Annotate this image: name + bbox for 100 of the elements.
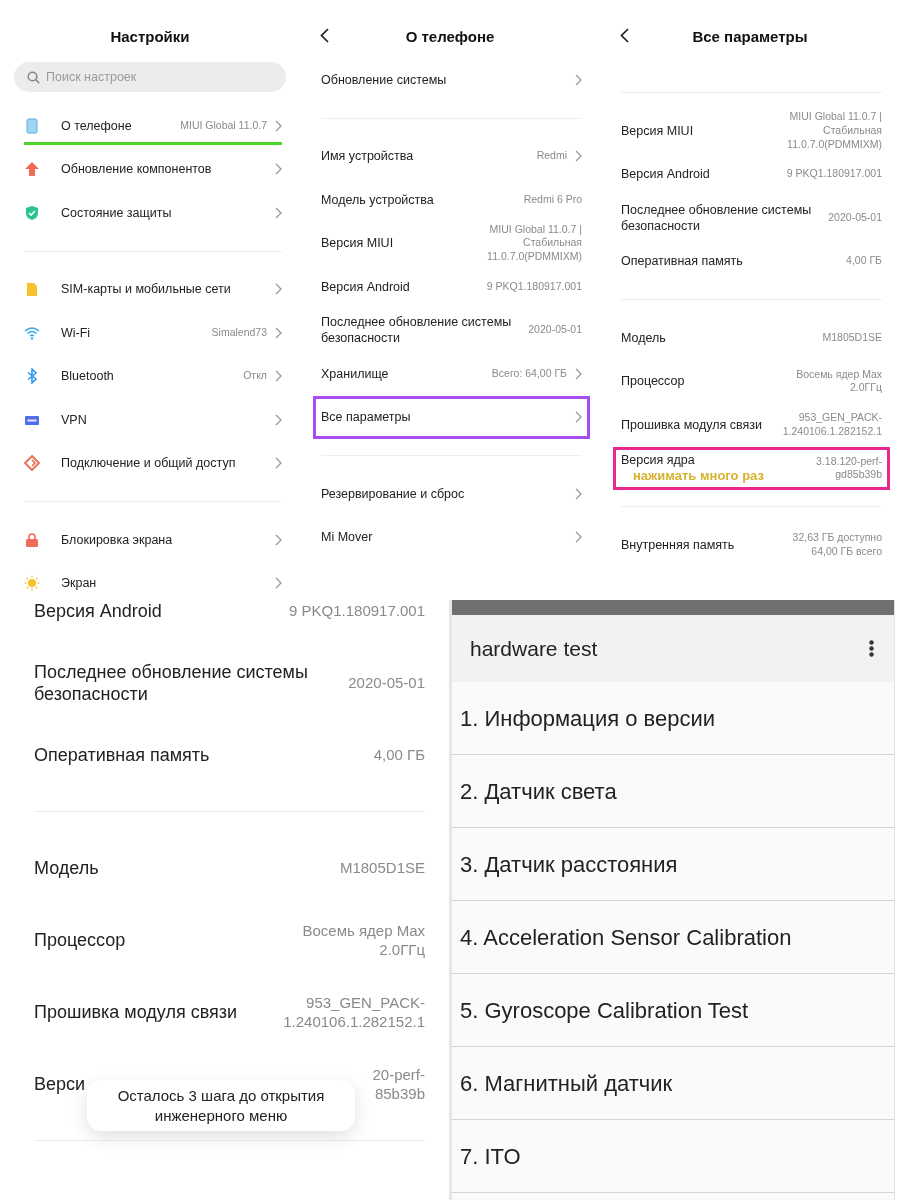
test-menu-item[interactable]: 7. ITO bbox=[452, 1120, 894, 1193]
setting-label[interactable]: Процессор bbox=[621, 373, 685, 390]
setting-value: MIUI Global 11.0.7 | Стабильная 11.0.7.0(PDMMIXM) bbox=[787, 110, 882, 152]
setting-label[interactable]: Последнее обновление системы безопасности bbox=[34, 660, 341, 706]
setting-label[interactable]: Версия MIUI bbox=[321, 235, 394, 252]
up-arrow-icon bbox=[24, 161, 40, 178]
phone-icon bbox=[24, 117, 40, 134]
setting-label[interactable]: Хранилище bbox=[321, 365, 389, 382]
chevron-icon[interactable] bbox=[275, 326, 282, 339]
setting-value: Simalend73 bbox=[211, 325, 267, 340]
setting-label[interactable]: Mi Mover bbox=[321, 529, 373, 546]
setting-label[interactable]: SIM-карты и мобильные сети bbox=[61, 281, 231, 298]
setting-label[interactable]: Резервирование и сброс bbox=[321, 485, 465, 502]
chevron-icon[interactable] bbox=[275, 119, 282, 132]
setting-value: Redmi bbox=[536, 149, 567, 164]
share-icon bbox=[24, 455, 40, 472]
setting-label[interactable]: Оперативная память bbox=[621, 253, 743, 270]
setting-value: M1805D1SE bbox=[822, 330, 882, 345]
setting-value: 2020-05-01 bbox=[348, 673, 425, 693]
setting-value: 3.18.120-perf- gd85b39b bbox=[816, 454, 882, 482]
sim-card-icon bbox=[24, 281, 40, 298]
setting-value: Откл bbox=[243, 369, 267, 384]
setting-label[interactable]: Блокировка экрана bbox=[61, 531, 173, 548]
setting-label[interactable]: Все параметры bbox=[321, 409, 411, 426]
back-button[interactable] bbox=[320, 28, 329, 43]
annotation-note: нажимать много раз bbox=[633, 467, 764, 485]
setting-value: 953_GEN_PACK- 1.240106.1.282152.1 bbox=[782, 411, 882, 439]
setting-label[interactable]: Последнее обновление системы безопасности bbox=[321, 314, 521, 347]
screen-title: О телефоне bbox=[405, 26, 495, 47]
test-menu-item[interactable]: 1. Информация о версии bbox=[452, 682, 894, 755]
setting-label[interactable]: Версия Android bbox=[621, 166, 710, 183]
setting-label[interactable]: Верси bbox=[34, 1072, 86, 1096]
back-icon bbox=[320, 28, 329, 43]
setting-value: MIUI Global 11.0.7 bbox=[180, 118, 267, 133]
chevron-icon[interactable] bbox=[575, 531, 582, 544]
chevron-icon[interactable] bbox=[575, 487, 582, 500]
setting-value: M1805D1SE bbox=[339, 858, 425, 878]
setting-value: 953_GEN_PACK- 1.240106.1.282152.1 bbox=[283, 992, 425, 1032]
chevron-icon[interactable] bbox=[275, 413, 282, 426]
chevron-icon[interactable] bbox=[575, 367, 582, 380]
test-menu-item[interactable]: 4. Acceleration Sensor Calibration bbox=[452, 901, 894, 974]
setting-value: 9 PKQ1.180917.001 bbox=[486, 279, 582, 294]
chevron-icon[interactable] bbox=[275, 163, 282, 176]
back-button[interactable] bbox=[620, 28, 629, 43]
setting-label[interactable]: Версия Android bbox=[34, 600, 162, 623]
test-menu-item[interactable]: 3. Датчик расстояния bbox=[452, 828, 894, 901]
lock-icon bbox=[24, 531, 40, 548]
setting-value: 9 PKQ1.180917.001 bbox=[289, 601, 425, 621]
screen-title: Настройки bbox=[110, 26, 190, 47]
search-field[interactable]: Поиск настроек bbox=[14, 62, 286, 92]
setting-label[interactable]: Wi-Fi bbox=[61, 324, 91, 341]
setting-label[interactable]: Модель bbox=[34, 856, 99, 880]
setting-label[interactable]: VPN bbox=[61, 411, 87, 428]
setting-label[interactable]: Версия Android bbox=[321, 278, 410, 295]
setting-label[interactable]: Состояние защиты bbox=[61, 204, 172, 221]
chevron-icon[interactable] bbox=[275, 283, 282, 296]
app-title: hardware test bbox=[470, 635, 598, 662]
setting-label[interactable]: Обновление компонентов bbox=[61, 161, 212, 178]
test-menu-item[interactable]: 5. Gyroscope Calibration Test bbox=[452, 974, 894, 1047]
setting-value: 32,63 ГБ доступно 64,00 ГБ всего bbox=[792, 531, 882, 559]
screen-title: Все параметры bbox=[692, 26, 808, 47]
setting-label[interactable]: Версия ядра bbox=[621, 451, 695, 468]
menu-button[interactable] bbox=[869, 640, 874, 657]
setting-label[interactable]: Внутренняя память bbox=[621, 536, 735, 553]
wifi-icon bbox=[24, 324, 40, 341]
chevron-icon[interactable] bbox=[275, 577, 282, 590]
setting-label[interactable]: Процессор bbox=[34, 928, 126, 952]
chevron-icon[interactable] bbox=[275, 370, 282, 383]
chevron-icon[interactable] bbox=[575, 73, 582, 86]
info-toast: Осталось 3 шага до открытия инженерного меню bbox=[87, 1080, 355, 1131]
setting-value: MIUI Global 11.0.7 | Стабильная 11.0.7.0(PDMMIXM) bbox=[487, 222, 582, 264]
setting-label[interactable]: Версия MIUI bbox=[621, 122, 694, 139]
sun-icon bbox=[24, 575, 40, 592]
setting-label[interactable]: Прошивка модуля связи bbox=[621, 416, 762, 433]
setting-label[interactable]: Экран bbox=[61, 575, 97, 592]
setting-value: Redmi 6 Pro bbox=[523, 192, 582, 207]
chevron-icon[interactable] bbox=[275, 533, 282, 546]
test-menu-item[interactable]: 2. Датчик света bbox=[452, 755, 894, 828]
setting-value: 2020-05-01 bbox=[528, 323, 582, 338]
chevron-icon[interactable] bbox=[275, 206, 282, 219]
chevron-icon[interactable] bbox=[275, 457, 282, 470]
setting-label[interactable]: Последнее обновление системы безопасности bbox=[621, 201, 821, 234]
setting-value: 20-perf- 85b39b bbox=[372, 1064, 425, 1104]
setting-label[interactable]: О телефоне bbox=[61, 117, 132, 134]
setting-label[interactable]: Подключение и общий доступ bbox=[61, 455, 236, 472]
setting-label[interactable]: Модель устройства bbox=[321, 191, 434, 208]
setting-label[interactable]: Прошивка модуля связи bbox=[34, 1000, 238, 1024]
setting-label[interactable]: Имя устройства bbox=[321, 148, 414, 165]
setting-value: 4,00 ГБ bbox=[846, 254, 882, 269]
setting-value: 2020-05-01 bbox=[828, 210, 882, 225]
setting-value: Восемь ядер Max 2.0ГГц bbox=[302, 920, 425, 960]
chevron-icon[interactable] bbox=[575, 411, 582, 424]
setting-label[interactable]: Обновление системы bbox=[321, 71, 447, 88]
setting-label[interactable]: Bluetooth bbox=[61, 368, 114, 385]
setting-label[interactable]: Оперативная память bbox=[34, 743, 210, 767]
setting-value: 9 PKQ1.180917.001 bbox=[786, 167, 882, 182]
chevron-icon[interactable] bbox=[575, 150, 582, 163]
test-menu-item[interactable]: 6. Магнитный датчик bbox=[452, 1047, 894, 1120]
setting-label[interactable]: Модель bbox=[621, 329, 666, 346]
more-icon bbox=[869, 640, 874, 657]
